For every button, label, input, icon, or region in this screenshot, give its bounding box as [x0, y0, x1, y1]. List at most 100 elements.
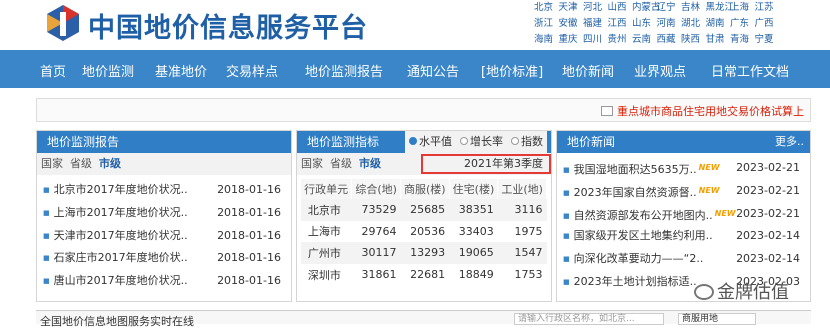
table-cell-value: 31861	[361, 268, 397, 282]
nav-item[interactable]: 地价新闻	[562, 61, 614, 80]
bullet-icon: ■	[563, 188, 570, 197]
nav-item[interactable]: 首页	[40, 61, 66, 80]
bullet-icon: ■	[563, 211, 570, 220]
nav-item[interactable]: 地价监测	[82, 61, 134, 80]
indicator-tab-city[interactable]: 市级	[359, 157, 381, 170]
region-link[interactable]: 陕西	[681, 32, 706, 48]
report-item-date: 2018-01-16	[217, 274, 281, 288]
news-item[interactable]: ■ 向深化改革要动力——“2.. 2023-02-14	[563, 248, 804, 271]
region-link[interactable]: 北京	[534, 0, 559, 16]
news-item-date: 2023-02-21	[736, 161, 800, 174]
news-item[interactable]: ■ 自然资源部发布公开地图内.. NEW 2023-02-21	[563, 203, 804, 226]
nav-item[interactable]: 交易样点	[226, 61, 278, 80]
region-link[interactable]: 安徽	[559, 16, 584, 32]
news-item-label: 向深化改革要动力——“2..	[573, 252, 704, 266]
region-link[interactable]: 山东	[632, 16, 657, 32]
option-growth[interactable]: 增长率	[460, 131, 503, 153]
region-link[interactable]: 天津	[559, 0, 584, 16]
table-cell-value: 1753	[514, 268, 543, 282]
table-header: 综合(地)	[351, 179, 401, 199]
main-nav: 首页 地价监测 基准地价 交易样点 地价监测报告 通知公告 [地价标准] 地价新闻 业界观点 日常…	[0, 50, 830, 88]
report-item[interactable]: ■ 唐山市2017年度地价状况.. 2018-01-16	[43, 270, 285, 293]
report-tab-country[interactable]: 国家	[41, 157, 63, 170]
region-link[interactable]: 福建	[583, 16, 608, 32]
table-header: 住宅(楼)	[449, 179, 499, 199]
radio-icon	[511, 137, 519, 145]
nav-item[interactable]: 地价监测报告	[305, 61, 383, 80]
quarter-label[interactable]: 2021年第3季度	[421, 154, 551, 174]
region-link[interactable]: 河北	[583, 0, 608, 16]
indicator-tab-province[interactable]: 省级	[330, 157, 352, 170]
report-item-label: 上海市2017年度地价状况..	[53, 205, 188, 219]
news-item-label: 我国湿地面积达5635万..	[573, 163, 697, 176]
site-logo-icon[interactable]	[46, 4, 80, 42]
table-cell-city: 上海市	[307, 225, 341, 239]
table-row[interactable]: 广州市 30117 13293 19065 1547	[301, 242, 547, 264]
region-link[interactable]: 内蒙古	[632, 0, 661, 16]
indicator-tab-country[interactable]: 国家	[301, 157, 323, 170]
nav-item[interactable]: 基准地价	[155, 61, 207, 80]
region-link[interactable]: 湖北	[681, 16, 706, 32]
region-link[interactable]: 山西	[608, 0, 633, 16]
region-search-input[interactable]: 请输入行政区名称，如北京...	[514, 313, 664, 325]
notice-link[interactable]: 重点城市商品住宅用地交易价格试算上	[601, 103, 804, 119]
radio-icon	[460, 137, 468, 145]
site-title[interactable]: 中国地价信息服务平台	[88, 6, 368, 45]
bullet-icon: ■	[43, 208, 50, 217]
news-item[interactable]: ■ 国家级开发区土地集约利用.. 2023-02-14	[563, 225, 804, 248]
region-link[interactable]: 上海	[730, 0, 755, 16]
news-list: ■ 我国湿地面积达5635万.. NEW 2023-02-21 ■ 2023年国家自然资源…	[557, 153, 810, 294]
report-item-label: 石家庄市2017年度地价状..	[53, 251, 188, 265]
region-link[interactable]: 青海	[730, 32, 755, 48]
nav-item[interactable]: 日常工作文档	[711, 61, 789, 80]
bullet-icon: ■	[43, 186, 50, 194]
region-link[interactable]: 甘肃	[706, 32, 731, 48]
region-link[interactable]: 江苏	[755, 0, 780, 16]
nav-item[interactable]: 业界观点	[634, 61, 686, 80]
region-link[interactable]: 海南	[534, 32, 559, 48]
region-link[interactable]: 宁夏	[755, 32, 780, 48]
region-link[interactable]: 西藏	[657, 32, 682, 48]
news-item[interactable]: ■ 我国湿地面积达5635万.. NEW 2023-02-21	[563, 157, 804, 180]
report-item[interactable]: ■ 上海市2017年度地价状况.. 2018-01-16	[43, 202, 285, 225]
news-more-link[interactable]: 更多..	[775, 131, 804, 153]
indicator-table: 行政单元 综合(地) 商服(楼) 住宅(楼) 工业(地) 北京市 73529 25685 38…	[301, 179, 547, 285]
nav-item[interactable]: [地价标准]	[481, 61, 543, 80]
indicator-panel-title: 地价监测指标	[307, 135, 380, 149]
nav-item[interactable]: 通知公告	[407, 61, 459, 80]
land-use-select[interactable]: 商服用地	[678, 313, 756, 325]
region-link[interactable]: 江西	[608, 16, 633, 32]
region-link[interactable]: 吉林	[681, 0, 706, 16]
table-row[interactable]: 北京市 73529 25685 38351 3116	[301, 199, 547, 221]
table-cell-value: 13293	[400, 242, 450, 264]
notice-bar: 重点城市商品住宅用地交易价格试算上	[36, 98, 811, 122]
report-item-date: 2018-01-16	[217, 205, 281, 219]
table-cell-value: 30117	[351, 242, 401, 264]
report-item[interactable]: ■ 北京市2017年度地价状况.. 2018-01-16	[43, 179, 285, 202]
region-link[interactable]: 云南	[632, 32, 657, 48]
report-tab-province[interactable]: 省级	[70, 157, 92, 170]
region-link[interactable]: 重庆	[559, 32, 584, 48]
region-link[interactable]: 浙江	[534, 16, 559, 32]
wechat-icon	[694, 284, 714, 300]
report-item[interactable]: ■ 石家庄市2017年度地价状.. 2018-01-16	[43, 247, 285, 270]
table-row[interactable]: 上海市 29764 20536 33403 1975	[301, 221, 547, 243]
table-row[interactable]: 深圳市 31861 22681 18849 1753	[301, 264, 547, 286]
region-link[interactable]: 贵州	[608, 32, 633, 48]
region-link[interactable]: 广西	[755, 16, 780, 32]
region-link[interactable]: 湖南	[706, 16, 731, 32]
option-index[interactable]: 指数	[511, 131, 543, 153]
region-link[interactable]: 黑龙江	[706, 0, 735, 16]
report-item[interactable]: ■ 天津市2017年度地价状况.. 2018-01-16	[43, 225, 285, 248]
region-link[interactable]: 四川	[583, 32, 608, 48]
table-cell-city: 北京市	[301, 199, 352, 221]
table-cell-value: 25685	[400, 199, 450, 221]
region-link[interactable]: 河南	[657, 16, 682, 32]
news-item[interactable]: ■ 2023年国家自然资源督.. NEW 2023-02-21	[563, 180, 804, 203]
option-level[interactable]: 水平值	[409, 131, 452, 153]
report-item-label: 天津市2017年度地价状况..	[53, 228, 188, 242]
region-link[interactable]: 广东	[730, 16, 755, 32]
report-tab-city[interactable]: 市级	[99, 157, 121, 170]
table-cell-city: 深圳市	[307, 268, 341, 282]
region-link[interactable]: 辽宁	[657, 0, 682, 16]
